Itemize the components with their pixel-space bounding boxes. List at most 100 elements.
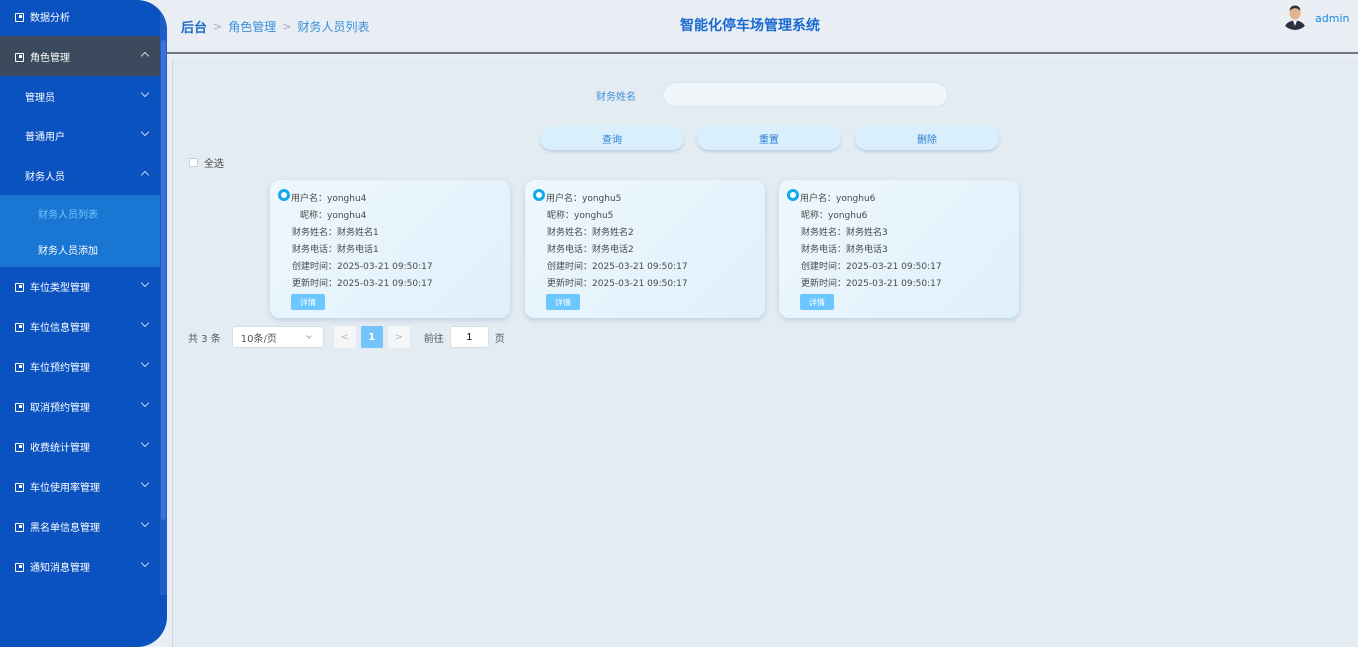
- card-username: 用户名：yonghu6: [800, 194, 876, 204]
- sidebar-item-label: 车位信息管理: [30, 322, 90, 334]
- app-title: 智能化停车场管理系统: [680, 18, 820, 34]
- card-finance-name: 财务姓名：财务姓名2: [547, 228, 634, 238]
- page-number-current[interactable]: 1: [360, 326, 383, 348]
- sidebar-child-finance-list[interactable]: 财务人员列表: [0, 195, 160, 231]
- sidebar-item-data-analysis[interactable]: 数据分析: [0, 0, 160, 36]
- card-username: 用户名：yonghu4: [291, 194, 367, 204]
- card-radio[interactable]: [533, 189, 545, 201]
- card-radio[interactable]: [787, 189, 799, 201]
- menu-bullet-icon: [15, 282, 24, 292]
- chevron-down-icon: [140, 88, 150, 98]
- chevron-down-icon: [140, 478, 150, 488]
- header-divider: [167, 52, 1358, 54]
- card-detail-button[interactable]: 详情: [800, 294, 834, 310]
- sidebar-item-space-info[interactable]: 车位信息管理: [0, 306, 160, 346]
- reset-button[interactable]: 重置: [697, 126, 841, 150]
- avatar[interactable]: [1281, 2, 1309, 30]
- chevron-down-icon: [140, 318, 150, 328]
- next-page-button[interactable]: >: [387, 326, 410, 348]
- finance-card[interactable]: 用户名：yonghu4 昵称：yonghu4 财务姓名：财务姓名1 财务电话：财…: [270, 180, 510, 318]
- card-finance-phone: 财务电话：财务电话1: [292, 245, 379, 255]
- sidebar-subitem-finance[interactable]: 财务人员: [0, 155, 160, 195]
- chevron-down-icon: [140, 558, 150, 568]
- sidebar-item-role-management[interactable]: 角色管理: [0, 36, 160, 76]
- finance-card[interactable]: 用户名：yonghu5 昵称：yonghu5 财务姓名：财务姓名2 财务电话：财…: [525, 180, 765, 318]
- sidebar: 数据分析 角色管理 管理员 普通用户 财务人员 财务人员列表 财务人员添加 车位…: [0, 0, 167, 647]
- chevron-down-icon: [140, 358, 150, 368]
- sidebar-subitem-label: 普通用户: [25, 131, 65, 143]
- breadcrumb-role-management[interactable]: 角色管理: [228, 18, 276, 35]
- sidebar-item-space-type[interactable]: 车位类型管理: [0, 266, 160, 306]
- card-created-time: 创建时间：2025-03-21 09:50:17: [547, 262, 688, 272]
- menu-bullet-icon: [15, 562, 24, 572]
- breadcrumb-separator-icon: >: [213, 20, 223, 33]
- chevron-down-icon: [140, 438, 150, 448]
- card-detail-button[interactable]: 详情: [291, 294, 325, 310]
- sidebar-subitem-label: 管理员: [25, 92, 55, 104]
- delete-button[interactable]: 删除: [855, 126, 999, 150]
- card-nickname: 昵称：yonghu6: [801, 211, 868, 221]
- card-finance-name: 财务姓名：财务姓名3: [801, 228, 888, 238]
- sidebar-child-label: 财务人员列表: [38, 209, 98, 221]
- sidebar-scrollbar-thumb[interactable]: [161, 40, 166, 520]
- sidebar-subitem-users[interactable]: 普通用户: [0, 115, 160, 155]
- breadcrumb-separator-icon: >: [282, 20, 292, 33]
- menu-bullet-icon: [15, 52, 24, 62]
- sidebar-item-fee-stats[interactable]: 收费统计管理: [0, 426, 160, 466]
- prev-page-button[interactable]: <: [333, 326, 356, 348]
- user-avatar-icon: [1281, 2, 1309, 30]
- chevron-down-icon: [140, 278, 150, 288]
- page-size-select[interactable]: 10条/页: [231, 326, 324, 348]
- card-finance-name: 财务姓名：财务姓名1: [292, 228, 379, 238]
- pagination-total: 共 3 条: [188, 333, 221, 345]
- page-suffix-label: 页: [494, 333, 505, 345]
- sidebar-item-label: 车位使用率管理: [30, 482, 100, 494]
- finance-card[interactable]: 用户名：yonghu6 昵称：yonghu6 财务姓名：财务姓名3 财务电话：财…: [779, 180, 1019, 318]
- sidebar-subitem-label: 财务人员: [25, 171, 65, 183]
- user-name[interactable]: admin: [1315, 12, 1349, 25]
- card-updated-time: 更新时间：2025-03-21 09:50:17: [801, 279, 942, 289]
- sidebar-item-cancel-reservation[interactable]: 取消预约管理: [0, 386, 160, 426]
- finance-name-input[interactable]: [663, 82, 948, 107]
- query-button[interactable]: 查询: [540, 126, 684, 150]
- sidebar-item-label: 通知消息管理: [30, 562, 90, 574]
- sidebar-subitem-admin[interactable]: 管理员: [0, 76, 160, 116]
- goto-label: 前往: [423, 333, 444, 345]
- card-finance-phone: 财务电话：财务电话3: [801, 245, 888, 255]
- card-radio[interactable]: [278, 189, 290, 201]
- select-all-checkbox[interactable]: [189, 158, 198, 167]
- sidebar-item-label: 数据分析: [30, 12, 70, 24]
- menu-bullet-icon: [15, 12, 24, 22]
- select-all[interactable]: 全选: [189, 155, 224, 170]
- menu-bullet-icon: [15, 482, 24, 492]
- sidebar-item-notifications[interactable]: 通知消息管理: [0, 546, 160, 586]
- sidebar-item-label: 收费统计管理: [30, 442, 90, 454]
- card-username: 用户名：yonghu5: [546, 194, 622, 204]
- menu-bullet-icon: [15, 322, 24, 332]
- chevron-up-icon: [140, 170, 150, 180]
- breadcrumb-home[interactable]: 后台: [181, 17, 207, 36]
- sidebar-child-finance-add[interactable]: 财务人员添加: [0, 231, 160, 267]
- chevron-down-icon: [140, 127, 150, 137]
- menu-bullet-icon: [15, 522, 24, 532]
- search-label: 财务姓名: [596, 92, 636, 103]
- chevron-down-icon: [305, 333, 312, 339]
- sidebar-item-usage-rate[interactable]: 车位使用率管理: [0, 466, 160, 506]
- card-updated-time: 更新时间：2025-03-21 09:50:17: [547, 279, 688, 289]
- goto-page-input[interactable]: [449, 326, 489, 348]
- sidebar-item-reservation[interactable]: 车位预约管理: [0, 346, 160, 386]
- card-nickname: 昵称：yonghu4: [300, 211, 367, 221]
- card-detail-button[interactable]: 详情: [546, 294, 580, 310]
- sidebar-item-label: 角色管理: [30, 52, 70, 64]
- sidebar-item-label: 车位预约管理: [30, 362, 90, 374]
- card-created-time: 创建时间：2025-03-21 09:50:17: [292, 262, 433, 272]
- breadcrumb-finance-list: 财务人员列表: [297, 20, 370, 34]
- chevron-up-icon: [140, 51, 150, 61]
- sidebar-item-label: 车位类型管理: [30, 282, 90, 294]
- sidebar-item-blacklist[interactable]: 黑名单信息管理: [0, 506, 160, 546]
- menu-bullet-icon: [15, 402, 24, 412]
- sidebar-item-label: 黑名单信息管理: [30, 522, 100, 534]
- card-nickname: 昵称：yonghu5: [547, 211, 614, 221]
- card-finance-phone: 财务电话：财务电话2: [547, 245, 634, 255]
- page-size-value: 10条/页: [240, 333, 277, 345]
